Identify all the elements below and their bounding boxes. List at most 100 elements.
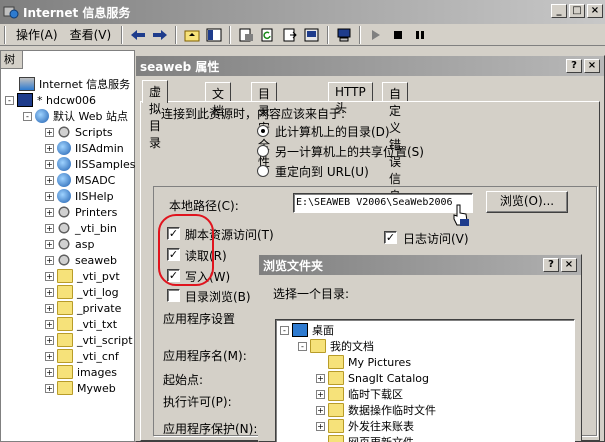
expand-icon[interactable]: +: [45, 239, 54, 249]
expand-icon[interactable]: +: [45, 367, 54, 377]
browse-button[interactable]: 浏览(O)...: [486, 191, 568, 213]
tree-tab[interactable]: 树: [1, 51, 23, 69]
radio-network-share-label: 另一计算机上的共享位置(S): [275, 145, 424, 159]
checkbox-log-access[interactable]: ✓: [384, 231, 397, 244]
expand-icon[interactable]: +: [316, 389, 325, 399]
expand-icon[interactable]: +: [45, 335, 54, 345]
forward-button[interactable]: [149, 25, 171, 45]
gear-icon: [57, 237, 71, 251]
checkbox-directory-browsing[interactable]: [167, 289, 180, 302]
computer-button[interactable]: [333, 25, 355, 45]
folder-tree-item[interactable]: + 外发往来账表: [316, 418, 414, 434]
expand-icon[interactable]: +: [45, 383, 54, 393]
tree-item[interactable]: - 默认 Web 站点: [23, 108, 128, 124]
up-level-button[interactable]: [181, 25, 203, 45]
tab-directory-security[interactable]: 目录安全性: [251, 82, 278, 169]
expand-icon[interactable]: +: [45, 127, 54, 137]
properties-dialog-title-bar[interactable]: seaweb 属性 ? ×: [136, 56, 604, 76]
menu-view[interactable]: 查看(V): [64, 26, 118, 43]
tree-item[interactable]: + _vti_pvt: [45, 268, 120, 284]
refresh-button[interactable]: [257, 25, 279, 45]
tree-item[interactable]: + _vti_cnf: [45, 348, 119, 364]
radio-this-computer[interactable]: [257, 125, 269, 137]
expand-icon[interactable]: +: [45, 351, 54, 361]
expand-icon[interactable]: +: [45, 175, 54, 185]
folder-tree-item[interactable]: 网页更新文件: [316, 434, 414, 442]
tree-item[interactable]: + Myweb: [45, 380, 116, 396]
tree-item[interactable]: + images: [45, 364, 117, 380]
main-title-bar[interactable]: Internet 信息服务 _ □ ×: [0, 0, 605, 24]
show-tree-button[interactable]: [203, 25, 225, 45]
expand-icon[interactable]: +: [45, 255, 54, 265]
tree-item[interactable]: + _vti_script: [45, 332, 133, 348]
tree-item[interactable]: + _private: [45, 300, 121, 316]
expand-icon[interactable]: +: [45, 207, 54, 217]
tree-item[interactable]: Internet 信息服务: [7, 76, 130, 92]
radio-redirect-url[interactable]: [257, 165, 269, 177]
folder-tree-item[interactable]: + 临时下载区: [316, 386, 403, 402]
window-title: Internet 信息服务: [23, 5, 131, 20]
tree-item[interactable]: + asp: [45, 236, 94, 252]
expand-icon[interactable]: +: [45, 319, 54, 329]
menu-action[interactable]: 操作(A): [10, 26, 64, 43]
tab-documents[interactable]: 文档: [205, 82, 232, 118]
browse-close-button[interactable]: ×: [561, 258, 577, 272]
tree-node-label: My Pictures: [348, 355, 412, 369]
expand-icon[interactable]: +: [45, 143, 54, 153]
tab-http-headers[interactable]: HTTP 头: [328, 82, 373, 115]
tree-item[interactable]: + IISAdmin: [45, 140, 124, 156]
expand-icon[interactable]: +: [45, 159, 54, 169]
start-button[interactable]: [365, 25, 387, 45]
folder-tree-item[interactable]: - 桌面: [280, 322, 334, 338]
export-list-button[interactable]: [279, 25, 301, 45]
tree-node-label: 外发往来账表: [348, 420, 414, 433]
expand-icon[interactable]: +: [316, 421, 325, 431]
tree-item[interactable]: + _vti_log: [45, 284, 119, 300]
help-context-button[interactable]: ?: [566, 59, 582, 73]
expand-icon[interactable]: +: [316, 373, 325, 383]
close-button[interactable]: ×: [587, 4, 603, 18]
tab-custom-errors[interactable]: 自定义错误信息: [382, 82, 409, 203]
expand-icon[interactable]: +: [45, 303, 54, 313]
tree-item[interactable]: + _vti_bin: [45, 220, 117, 236]
folder-tree[interactable]: - 桌面 - 我的文档 My Pictures + SnagIt Catalog + 临时下载区…: [275, 319, 575, 442]
tree-item[interactable]: + Printers: [45, 204, 117, 220]
help-button[interactable]: [301, 25, 323, 45]
local-path-label: 本地路径(C):: [169, 199, 239, 213]
folder-tree-item[interactable]: - 我的文档: [298, 338, 374, 354]
tree-item[interactable]: + _vti_txt: [45, 316, 117, 332]
tree-item[interactable]: + Scripts: [45, 124, 113, 140]
tree-node-label: IISSamples: [75, 157, 136, 171]
maximize-button[interactable]: □: [569, 4, 585, 18]
folder-tree-item[interactable]: + 数据操作临时文件: [316, 402, 436, 418]
folder-tree-item[interactable]: + SnagIt Catalog: [316, 370, 429, 386]
properties-button[interactable]: [235, 25, 257, 45]
expand-icon[interactable]: +: [45, 271, 54, 281]
browse-dialog-title-bar[interactable]: 浏览文件夹 ? ×: [259, 255, 581, 275]
tree-item[interactable]: + seaweb: [45, 252, 117, 268]
radio-network-share[interactable]: [257, 145, 269, 157]
stop-button[interactable]: [387, 25, 409, 45]
dialog-close-button[interactable]: ×: [584, 59, 600, 73]
tree-item[interactable]: + MSADC: [45, 172, 115, 188]
collapse-icon[interactable]: -: [23, 111, 32, 121]
collapse-icon[interactable]: -: [5, 95, 14, 105]
expand-icon[interactable]: +: [45, 223, 54, 233]
tree-item[interactable]: - * hdcw006: [5, 92, 96, 108]
browse-help-button[interactable]: ?: [543, 258, 559, 272]
iis-icon: [3, 6, 19, 19]
tab-virtual-directory[interactable]: 虚拟目录: [142, 80, 169, 150]
folder-tree-item[interactable]: My Pictures: [316, 354, 411, 370]
collapse-icon[interactable]: -: [298, 341, 307, 351]
local-path-input[interactable]: E:\SEAWEB V2006\SeaWeb2006: [293, 193, 473, 213]
pause-button[interactable]: [409, 25, 431, 45]
collapse-icon[interactable]: -: [280, 325, 289, 335]
tree-item[interactable]: + IISHelp: [45, 188, 114, 204]
expand-icon[interactable]: +: [316, 405, 325, 415]
expand-icon[interactable]: +: [45, 287, 54, 297]
minimize-button[interactable]: _: [551, 4, 567, 18]
back-button[interactable]: [127, 25, 149, 45]
tree-item[interactable]: + IISSamples: [45, 156, 135, 172]
tree-node-label: _vti_log: [77, 285, 119, 299]
expand-icon[interactable]: +: [45, 191, 54, 201]
